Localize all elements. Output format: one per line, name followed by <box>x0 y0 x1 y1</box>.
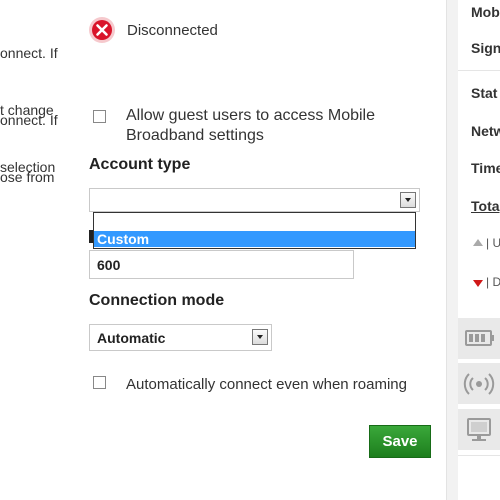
help-text-line: onnect. If <box>0 45 58 61</box>
status-text: Disconnected <box>127 21 218 39</box>
guest-access-checkbox[interactable] <box>93 110 106 123</box>
side-label-mobile: Mob <box>471 4 500 20</box>
broadband-settings-panel: Disconnected Allow guest users to access… <box>62 0 446 500</box>
side-label-signal: Sign <box>471 40 500 56</box>
signal-tile <box>458 363 500 404</box>
battery-icon <box>465 330 494 346</box>
monitor-icon <box>467 418 491 441</box>
chevron-down-icon[interactable] <box>400 192 416 208</box>
help-text-line: onnect. If <box>0 112 58 128</box>
connection-mode-value: Automatic <box>97 330 166 346</box>
account-type-select[interactable] <box>89 188 420 212</box>
divider <box>458 455 500 456</box>
side-label-status: Stat <box>471 85 498 101</box>
download-arrow-icon <box>473 280 483 287</box>
divider <box>458 70 500 71</box>
download-label: | D <box>486 275 500 289</box>
roaming-label: Automatically connect even when roaming <box>126 376 407 393</box>
upload-arrow-icon <box>473 239 483 246</box>
connection-status: Disconnected <box>88 16 218 44</box>
left-help-column: onnect. If t change selection onnect. If… <box>0 0 62 500</box>
monitor-tile <box>458 409 500 450</box>
error-icon <box>89 17 115 43</box>
guest-access-label-line: Broadband settings <box>126 127 264 144</box>
status-side-panel: Mob Sign Stat Netw Time Tota | U | D <box>458 0 500 500</box>
side-label-total[interactable]: Tota <box>471 198 500 214</box>
account-type-dropdown-list[interactable]: Custom <box>93 212 416 249</box>
guest-access-label: Allow guest users to access Mobile Broad… <box>126 106 375 146</box>
chevron-down-icon[interactable] <box>252 329 268 345</box>
guest-access-label-line: Allow guest users to access Mobile <box>126 107 375 124</box>
value-input-text: 600 <box>97 257 121 273</box>
save-button[interactable]: Save <box>369 425 431 458</box>
connection-mode-select[interactable]: Automatic <box>89 324 272 351</box>
connection-mode-title: Connection mode <box>89 292 225 309</box>
value-input[interactable]: 600 <box>89 250 354 279</box>
help-text-2: onnect. If ose from <box>0 73 58 225</box>
guest-access-row: Allow guest users to access Mobile Broad… <box>93 106 375 146</box>
battery-tile <box>458 318 500 359</box>
help-text-line: ose from <box>0 169 55 185</box>
roaming-row: Automatically connect even when roaming <box>93 375 407 395</box>
side-label-network: Netw <box>471 123 500 139</box>
side-label-time: Time <box>471 160 500 176</box>
dropdown-option-custom[interactable]: Custom <box>94 231 415 247</box>
roaming-checkbox[interactable] <box>93 376 106 389</box>
upload-label: | U <box>486 236 500 250</box>
signal-icon <box>463 373 495 395</box>
account-type-title: Account type <box>89 156 191 173</box>
